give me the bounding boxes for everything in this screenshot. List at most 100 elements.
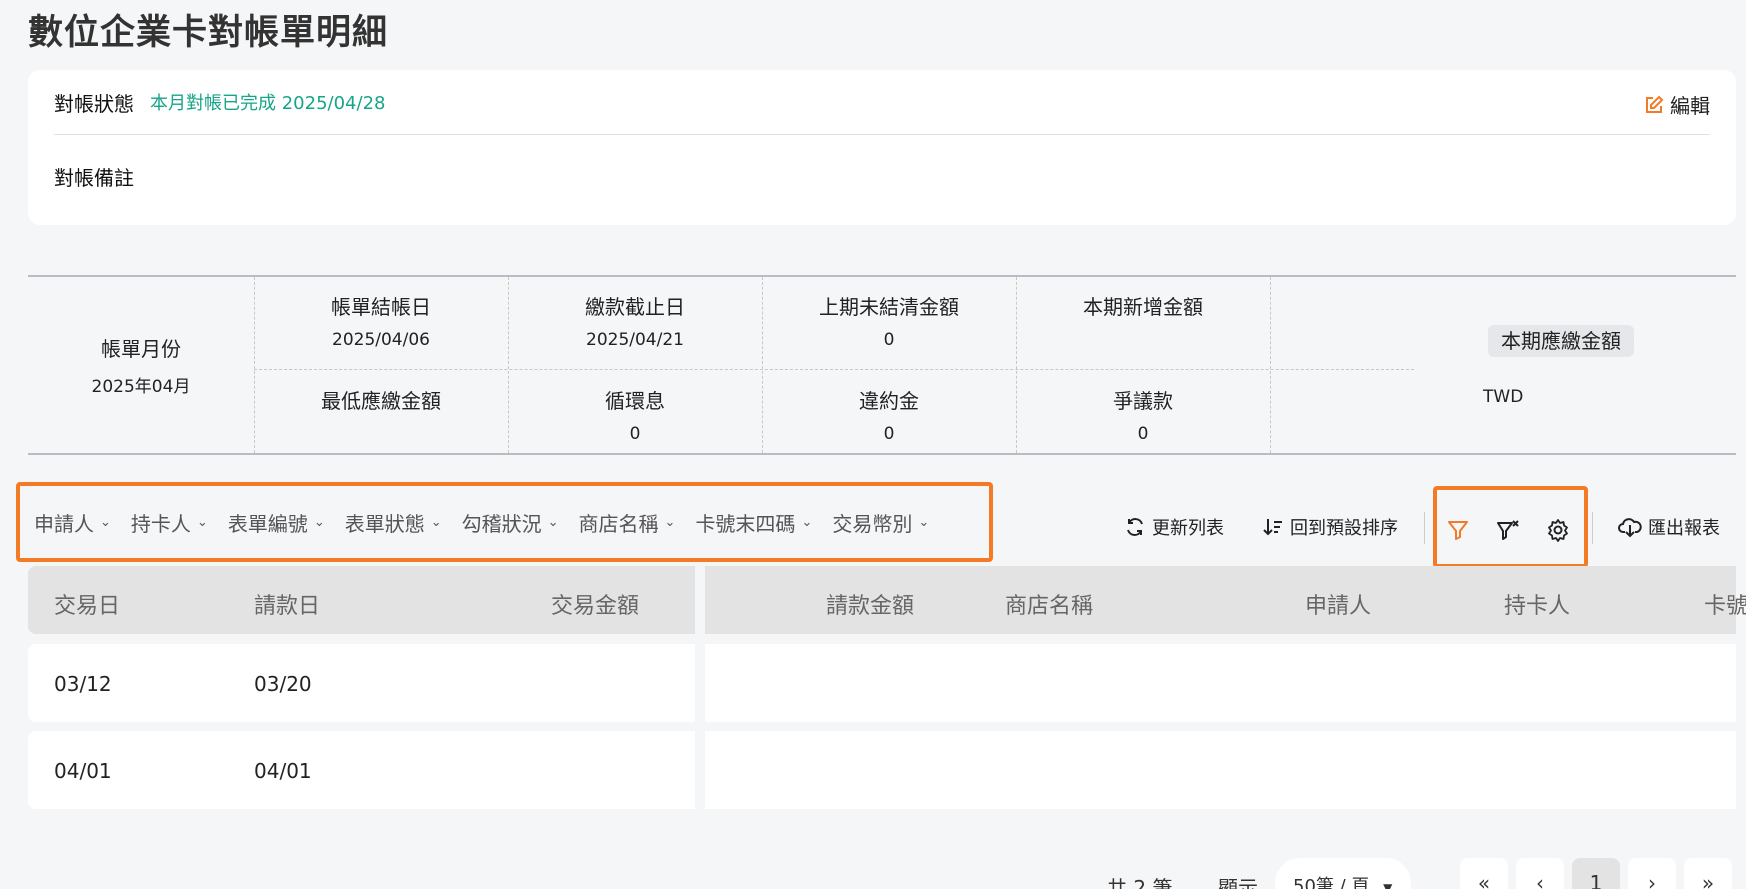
dispute-cell: 爭議款 0: [1016, 385, 1270, 444]
toolbar-divider: [1424, 512, 1425, 544]
divider: [1270, 277, 1271, 453]
month-label: 帳單月份: [101, 337, 181, 361]
trade-date-cell: 04/01: [54, 759, 112, 783]
chevron-down-icon: ⌄: [664, 514, 676, 530]
filter-clear-icon: [1497, 520, 1519, 540]
interest-cell: 循環息 0: [508, 385, 762, 444]
filter-form-status[interactable]: 表單狀態 ⌄: [345, 508, 442, 537]
cloud-download-icon: [1618, 518, 1642, 538]
filter-label: 申請人: [34, 511, 94, 536]
refresh-label: 更新列表: [1152, 518, 1224, 539]
divider: [254, 369, 1414, 370]
filter-label: 交易幣別: [832, 511, 913, 536]
prev-balance-label: 上期未結清金額: [819, 295, 959, 319]
clear-filter-button[interactable]: [1491, 513, 1525, 547]
table-row[interactable]: [705, 644, 1736, 722]
closing-cell: 帳單結帳日 2025/04/06: [254, 291, 508, 350]
page-size-label: 顯示: [1218, 876, 1258, 889]
chevron-down-icon: ⌄: [918, 514, 930, 530]
column-header[interactable]: 請款日: [254, 588, 320, 620]
status-row: 對帳狀態 本月對帳已完成 2025/04/28 編輯: [54, 70, 1710, 135]
bill-summary: 帳單月份 2025年04月 帳單結帳日 2025/04/06 繳款截止日 202…: [28, 275, 1736, 455]
filter-icon: [1448, 521, 1468, 540]
page-title: 數位企業卡對帳單明細: [28, 13, 389, 53]
interest-label: 循環息: [605, 389, 665, 413]
export-label: 匯出報表: [1648, 518, 1720, 539]
prev-page-button[interactable]: ‹: [1516, 858, 1564, 889]
next-page-button[interactable]: ›: [1628, 858, 1676, 889]
filter-label: 表單編號: [227, 511, 308, 536]
edit-label: 編輯: [1670, 94, 1710, 118]
status-label: 對帳狀態: [54, 91, 134, 116]
reset-sort-button[interactable]: 回到預設排序: [1262, 514, 1398, 540]
page-number-button[interactable]: 1: [1572, 858, 1620, 889]
filter-bar: 申請人 ⌄ 持卡人 ⌄ 表單編號 ⌄ 表單狀態 ⌄ 勾稽狀況 ⌄ 商店名稱 ⌄ 卡號末四碼 ⌄…: [16, 482, 993, 562]
payable-badge: 本期應繳金額: [1488, 325, 1634, 357]
edit-button[interactable]: 編輯: [1644, 90, 1710, 119]
closing-value: 2025/04/06: [332, 330, 430, 350]
page-size-value: 50筆 / 頁: [1293, 876, 1370, 889]
edit-icon: [1646, 95, 1664, 113]
table-row[interactable]: [705, 731, 1736, 809]
new-amount-cell: 本期新增金額: [1016, 291, 1270, 320]
dispute-label: 爭議款: [1113, 389, 1173, 413]
column-header[interactable]: 卡號: [1704, 588, 1746, 620]
filter-currency[interactable]: 交易幣別 ⌄: [832, 508, 929, 537]
note-label: 對帳備註: [54, 166, 134, 190]
column-header[interactable]: 商店名稱: [1005, 588, 1093, 620]
penalty-value: 0: [883, 424, 895, 444]
chevron-down-icon: ⌄: [801, 514, 813, 530]
filter-label: 表單狀態: [344, 511, 425, 536]
chevron-down-icon: ⌄: [196, 514, 208, 530]
filter-card-last4[interactable]: 卡號末四碼 ⌄: [695, 508, 812, 537]
column-header[interactable]: 交易日: [54, 588, 120, 620]
column-header[interactable]: 請款金額: [826, 588, 914, 620]
filter-reconcile-status[interactable]: 勾稽狀況 ⌄: [462, 508, 559, 537]
table-header-scroll: 請款金額 商店名稱 申請人 持卡人 卡號: [705, 566, 1746, 634]
trade-date-cell: 03/12: [54, 672, 112, 696]
page-size-select[interactable]: 50筆 / 頁 ▼: [1275, 858, 1411, 889]
filter-merchant[interactable]: 商店名稱 ⌄: [579, 508, 676, 537]
filter-button[interactable]: [1441, 513, 1475, 547]
chevron-down-icon: ⌄: [100, 514, 111, 530]
filter-form-number[interactable]: 表單編號 ⌄: [228, 508, 325, 537]
column-header[interactable]: 交易金額: [551, 588, 639, 620]
penalty-label: 違約金: [859, 389, 919, 413]
month-value: 2025年04月: [91, 377, 191, 397]
table-row[interactable]: 03/12 03/20: [28, 644, 695, 722]
dispute-value: 0: [1137, 424, 1149, 444]
filter-label: 商店名稱: [578, 511, 659, 536]
closing-label: 帳單結帳日: [331, 295, 431, 319]
claim-date-cell: 04/01: [254, 759, 312, 783]
status-value: 本月對帳已完成 2025/04/28: [150, 93, 386, 114]
column-header[interactable]: 持卡人: [1504, 588, 1570, 620]
filter-cardholder[interactable]: 持卡人 ⌄: [131, 508, 208, 537]
table-header-fixed: 交易日 請款日 交易金額: [28, 566, 695, 634]
penalty-cell: 違約金 0: [762, 385, 1016, 444]
refresh-button[interactable]: 更新列表: [1124, 514, 1224, 540]
min-payment-cell: 最低應繳金額: [254, 385, 508, 414]
filter-label: 勾稽狀況: [461, 511, 542, 536]
due-label: 繳款截止日: [585, 295, 685, 319]
interest-value: 0: [629, 424, 641, 444]
total-count: 共 2 筆: [1107, 876, 1173, 889]
chevron-down-icon: ⌄: [547, 514, 559, 530]
currency-label: TWD: [1483, 387, 1524, 407]
settings-button[interactable]: [1541, 513, 1575, 547]
filter-label: 卡號末四碼: [695, 511, 796, 536]
prev-balance-value: 0: [883, 330, 895, 350]
new-amount-label: 本期新增金額: [1083, 295, 1203, 319]
table-row[interactable]: 04/01 04/01: [28, 731, 695, 809]
last-page-button[interactable]: »: [1684, 858, 1732, 889]
gear-icon: [1548, 519, 1568, 542]
toolbar-divider: [1592, 512, 1593, 544]
month-cell: 帳單月份 2025年04月: [28, 277, 254, 453]
filter-applicant[interactable]: 申請人 ⌄: [34, 508, 111, 537]
refresh-icon: [1127, 518, 1143, 536]
export-button[interactable]: 匯出報表: [1618, 514, 1720, 540]
filter-label: 持卡人: [130, 511, 191, 536]
column-header[interactable]: 申請人: [1305, 588, 1371, 620]
first-page-button[interactable]: «: [1460, 858, 1508, 889]
due-value: 2025/04/21: [586, 330, 684, 350]
chevron-down-icon: ⌄: [430, 514, 442, 530]
